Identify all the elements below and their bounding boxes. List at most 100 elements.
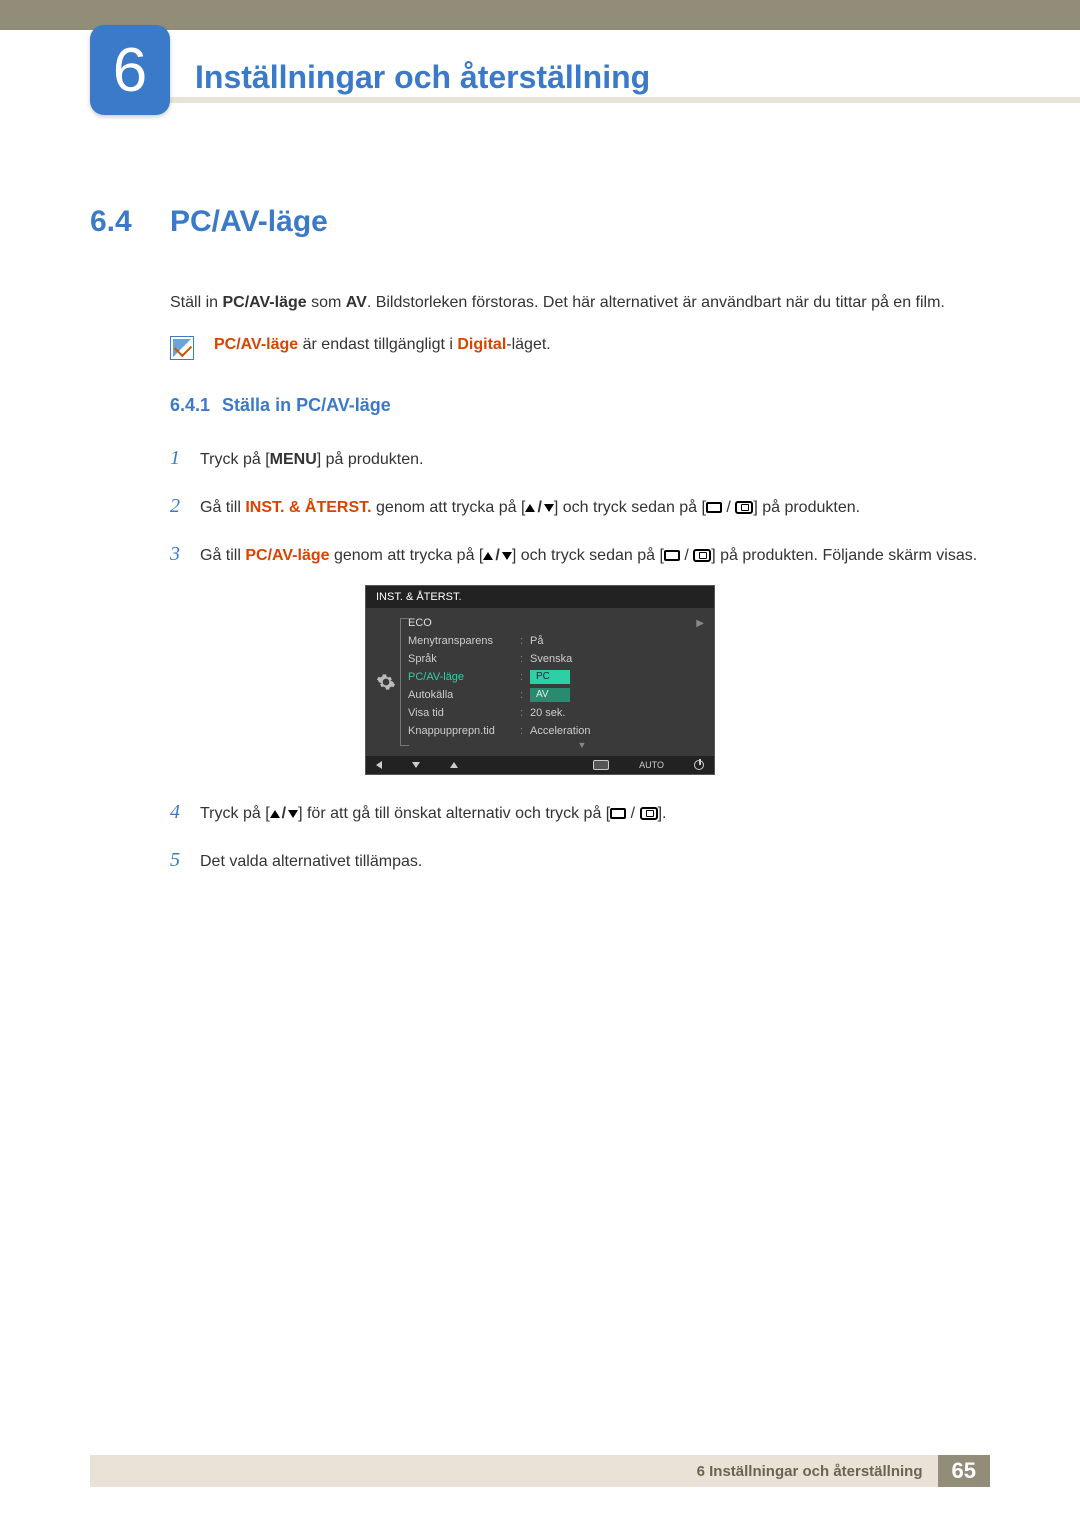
step-1-num: 1 (170, 441, 200, 475)
s2-term: INST. & ÅTERST. (245, 499, 371, 516)
osd-trans-val: På (530, 635, 686, 647)
osd-footer: AUTO (366, 756, 714, 774)
footer-text: 6 Inställningar och återställning (682, 1455, 938, 1487)
s1-menu: MENU (270, 451, 317, 468)
intro-post: . Bildstorleken förstoras. Det här alter… (367, 294, 945, 311)
osd-row-language: Språk : Svenska (400, 650, 704, 668)
osd-option-pc: PC (530, 670, 570, 684)
gear-icon (372, 614, 400, 750)
osd-row-autosource: Autokälla : AV (400, 686, 704, 704)
s2-post: ] på produkten. (753, 499, 860, 516)
caret-right-icon: ▶ (686, 618, 704, 629)
intro-mid1: som (307, 294, 346, 311)
osd-trans-label: Menytransparens (400, 635, 520, 647)
step-4-text: Tryck på [/] för att gå till önskat alte… (200, 800, 990, 827)
intro-pre: Ställ in (170, 294, 222, 311)
rect-icon-3 (610, 808, 626, 819)
page-footer: 6 Inställningar och återställning 65 (0, 1455, 1080, 1487)
osd-row-transparency: Menytransparens : På (400, 632, 704, 650)
chapter-header: 6 Inställningar och återställning (0, 25, 1080, 115)
intro-term1: PC/AV-läge (222, 294, 306, 311)
s3-post: ] på produkten. Följande skärm visas. (711, 547, 977, 564)
note-text: PC/AV-läge är endast tillgängligt i Digi… (214, 336, 551, 354)
subsection-heading: 6.4.1 Ställa in PC/AV-läge (170, 395, 990, 416)
step-1: 1 Tryck på [MENU] på produkten. (170, 441, 990, 475)
s3-mid2: ] och tryck sedan på [ (512, 547, 664, 564)
osd-time-val: 20 sek. (530, 707, 686, 719)
chapter-title-wrap: Inställningar och återställning (170, 25, 1080, 115)
updown-icon-2: / (483, 542, 511, 569)
note: PC/AV-läge är endast tillgängligt i Digi… (170, 336, 990, 360)
s4-post: ]. (658, 805, 667, 822)
section-title: PC/AV-läge (170, 205, 328, 239)
s4-mid: ] för att gå till önskat alternativ och … (298, 805, 610, 822)
s2-mid2: ] och tryck sedan på [ (554, 499, 706, 516)
note-term: PC/AV-läge (214, 336, 298, 353)
osd-lang-val: Svenska (530, 653, 686, 665)
note-digital: Digital (457, 336, 506, 353)
chapter-underline (170, 97, 1080, 103)
s4-pre: Tryck på [ (200, 805, 270, 822)
intro-term2: AV (346, 294, 367, 311)
osd-bracket (400, 618, 406, 746)
osd-row-keyrepeat: Knappupprepn.tid : Acceleration (400, 722, 704, 740)
subsection-title: Ställa in PC/AV-läge (222, 395, 391, 416)
s1-pre: Tryck på [ (200, 451, 270, 468)
osd-enter-icon (593, 760, 609, 770)
step-2-text: Gå till INST. & ÅTERST. genom att trycka… (200, 494, 990, 521)
step-5-num: 5 (170, 843, 200, 877)
chapter-title: Inställningar och återställning (195, 59, 650, 96)
osd-up-icon (450, 762, 458, 768)
subsection-number: 6.4.1 (170, 395, 210, 416)
step-3-text: Gå till PC/AV-läge genom att trycka på [… (200, 542, 990, 569)
chapter-number: 6 (113, 35, 147, 106)
rect-icon-2 (664, 550, 680, 561)
osd-lang-label: Språk (400, 653, 520, 665)
source-icon (735, 501, 753, 514)
s3-mid: genom att trycka på [ (330, 547, 484, 564)
osd-row-eco: ECO ▶ (400, 614, 704, 632)
s2-mid: genom att trycka på [ (372, 499, 526, 516)
step-4-num: 4 (170, 795, 200, 829)
step-3: 3 Gå till PC/AV-läge genom att trycka på… (170, 537, 990, 571)
step-2: 2 Gå till INST. & ÅTERST. genom att tryc… (170, 489, 990, 523)
osd-title: INST. & ÅTERST. (366, 586, 714, 608)
osd-pcav-val: PC (530, 670, 686, 684)
osd-body: ECO ▶ Menytransparens : På Språk : Svens… (366, 608, 714, 756)
footer-page-number: 65 (938, 1455, 990, 1487)
updown-icon: / (525, 494, 553, 521)
note-post: -läget. (506, 336, 550, 353)
osd-time-label: Visa tid (400, 707, 520, 719)
osd-auto-val: AV (530, 688, 686, 702)
s3-pre: Gå till (200, 547, 245, 564)
osd-row-pcav: PC/AV-läge : PC (400, 668, 704, 686)
section-number: 6.4 (90, 205, 170, 239)
osd-key-label: Knappupprepn.tid (400, 725, 520, 737)
note-mid: är endast tillgängligt i (298, 336, 457, 353)
s3-term: PC/AV-läge (245, 547, 329, 564)
source-icon-2 (693, 549, 711, 562)
step-5: 5 Det valda alternativet tillämpas. (170, 843, 990, 877)
rect-icon (706, 502, 722, 513)
osd-screenshot: INST. & ÅTERST. ECO ▶ Menytransparens : … (365, 585, 715, 775)
osd-down-icon (412, 762, 420, 768)
content: 6.4 PC/AV-läge Ställ in PC/AV-läge som A… (0, 115, 1080, 877)
s2-pre: Gå till (200, 499, 245, 516)
step-3-num: 3 (170, 537, 200, 571)
step-1-text: Tryck på [MENU] på produkten. (200, 446, 990, 473)
step-4: 4 Tryck på [/] för att gå till önskat al… (170, 795, 990, 829)
step-5-text: Det valda alternativet tillämpas. (200, 848, 990, 875)
chapter-badge: 6 (90, 25, 170, 115)
note-icon (170, 336, 194, 360)
source-icon-3 (640, 807, 658, 820)
osd-auto-label: Autokälla (400, 689, 520, 701)
osd-list: ECO ▶ Menytransparens : På Språk : Svens… (400, 614, 704, 750)
osd-back-icon (376, 761, 382, 769)
osd-eco-label: ECO (400, 617, 520, 629)
osd-row-displaytime: Visa tid : 20 sek. (400, 704, 704, 722)
intro-text: Ställ in PC/AV-läge som AV. Bildstorleke… (170, 289, 990, 316)
osd-power-icon (694, 760, 704, 770)
updown-icon-3: / (270, 800, 298, 827)
footer-bar (90, 1455, 682, 1487)
osd-option-av: AV (530, 688, 570, 702)
